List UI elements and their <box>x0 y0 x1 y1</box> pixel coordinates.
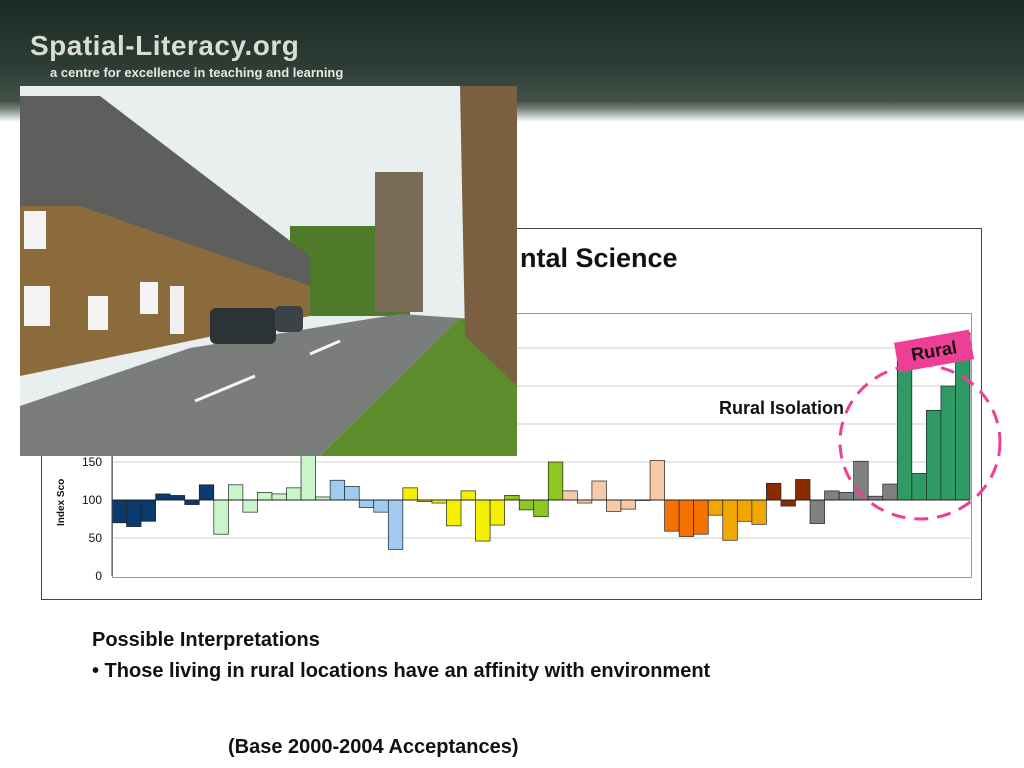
bar <box>693 499 709 535</box>
bar <box>751 499 767 525</box>
bar <box>344 485 360 501</box>
bar <box>518 499 535 511</box>
bar <box>664 499 680 532</box>
bar <box>533 499 549 518</box>
photo-car <box>275 306 303 332</box>
bar <box>329 479 346 501</box>
bar <box>824 490 840 501</box>
bar <box>620 499 636 510</box>
bar <box>736 499 753 522</box>
bar <box>489 499 505 526</box>
bar <box>111 499 127 524</box>
bar <box>562 490 578 501</box>
bar <box>126 499 142 527</box>
bar <box>504 495 520 501</box>
bar <box>169 495 186 501</box>
bar <box>911 473 927 501</box>
bar <box>257 492 273 501</box>
bar <box>227 484 244 501</box>
bar <box>780 499 796 507</box>
bar <box>213 499 229 535</box>
photo-window <box>24 286 50 326</box>
bar <box>286 487 302 501</box>
village-street-photo <box>20 86 517 456</box>
photo-car <box>210 308 276 344</box>
bar <box>358 499 375 508</box>
bar <box>242 499 258 513</box>
interpretation-bullet: • Those living in rural locations have a… <box>92 660 711 682</box>
bar <box>140 499 156 522</box>
photo-window <box>140 282 158 314</box>
bar <box>271 493 287 501</box>
bar <box>184 499 200 505</box>
bar <box>722 499 738 541</box>
photo-window <box>24 211 46 249</box>
bar <box>606 499 622 512</box>
bar <box>460 490 476 501</box>
bar <box>300 454 316 501</box>
bar <box>707 499 724 516</box>
bar <box>940 385 956 501</box>
photo-door <box>170 286 184 334</box>
base-note: (Base 2000-2004 Acceptances) <box>228 736 519 758</box>
bar <box>446 499 462 527</box>
bar <box>591 480 607 501</box>
bar <box>795 479 811 501</box>
bar <box>387 499 404 550</box>
bar <box>547 461 564 501</box>
bar <box>649 460 665 501</box>
photo-window <box>88 296 108 330</box>
bar <box>882 483 898 501</box>
bar <box>373 499 389 513</box>
interpretations-heading: Possible Interpretations <box>92 629 320 651</box>
bar <box>402 487 418 501</box>
bar <box>475 499 491 542</box>
bar <box>809 499 825 524</box>
photo-church-tower <box>375 172 423 312</box>
bar <box>678 499 695 537</box>
rural-isolation-label: Rural Isolation <box>719 398 845 418</box>
bar <box>867 495 884 501</box>
bar <box>198 484 215 501</box>
bar <box>155 493 171 501</box>
bar <box>766 482 782 501</box>
bar <box>838 492 855 501</box>
bar <box>926 409 942 501</box>
